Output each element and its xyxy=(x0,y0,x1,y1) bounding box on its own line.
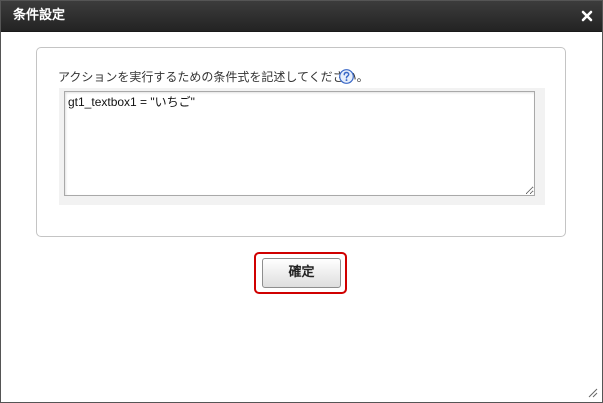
close-icon[interactable] xyxy=(580,9,594,23)
dialog-titlebar[interactable]: 条件設定 xyxy=(1,1,602,32)
condition-expression-input[interactable] xyxy=(64,91,535,196)
confirm-button[interactable]: 確定 xyxy=(262,258,341,288)
dialog-title: 条件設定 xyxy=(13,8,66,23)
condition-settings-dialog: 条件設定 アクションを実行するための条件式を記述してください。 確定 xyxy=(0,0,603,403)
instruction-text: アクションを実行するための条件式を記述してください。 xyxy=(58,70,369,84)
question-mark-icon[interactable] xyxy=(339,69,354,84)
condition-panel: アクションを実行するための条件式を記述してください。 xyxy=(36,47,566,237)
resize-grip-icon[interactable] xyxy=(586,386,598,398)
